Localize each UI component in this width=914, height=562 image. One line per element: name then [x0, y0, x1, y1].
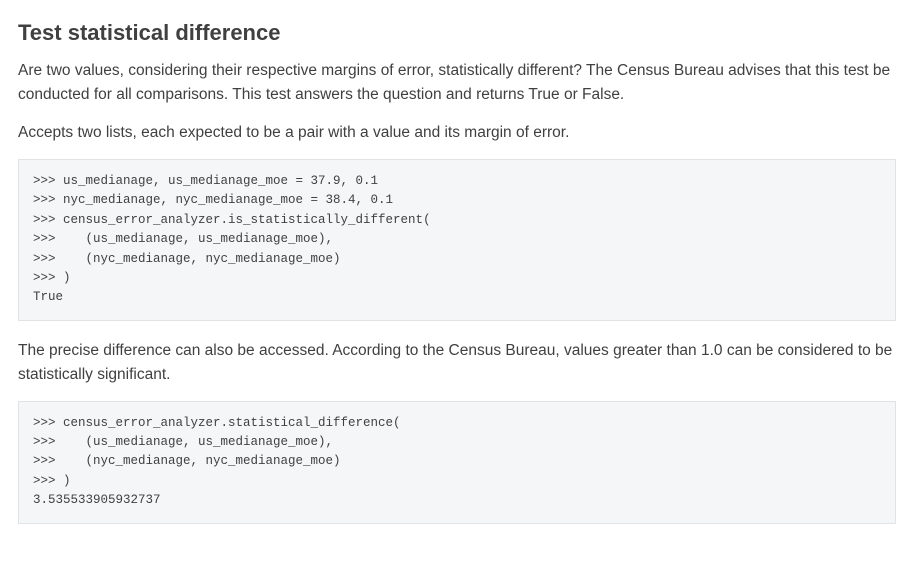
- code-block-is-statistically-different: >>> us_medianage, us_medianage_moe = 37.…: [18, 159, 896, 321]
- paragraph-intro: Are two values, considering their respec…: [18, 59, 896, 107]
- paragraph-accepts: Accepts two lists, each expected to be a…: [18, 121, 896, 145]
- section-heading: Test statistical difference: [18, 16, 896, 49]
- document-section: Test statistical difference Are two valu…: [0, 0, 914, 562]
- code-block-statistical-difference: >>> census_error_analyzer.statistical_di…: [18, 401, 896, 524]
- paragraph-precise: The precise difference can also be acces…: [18, 339, 896, 387]
